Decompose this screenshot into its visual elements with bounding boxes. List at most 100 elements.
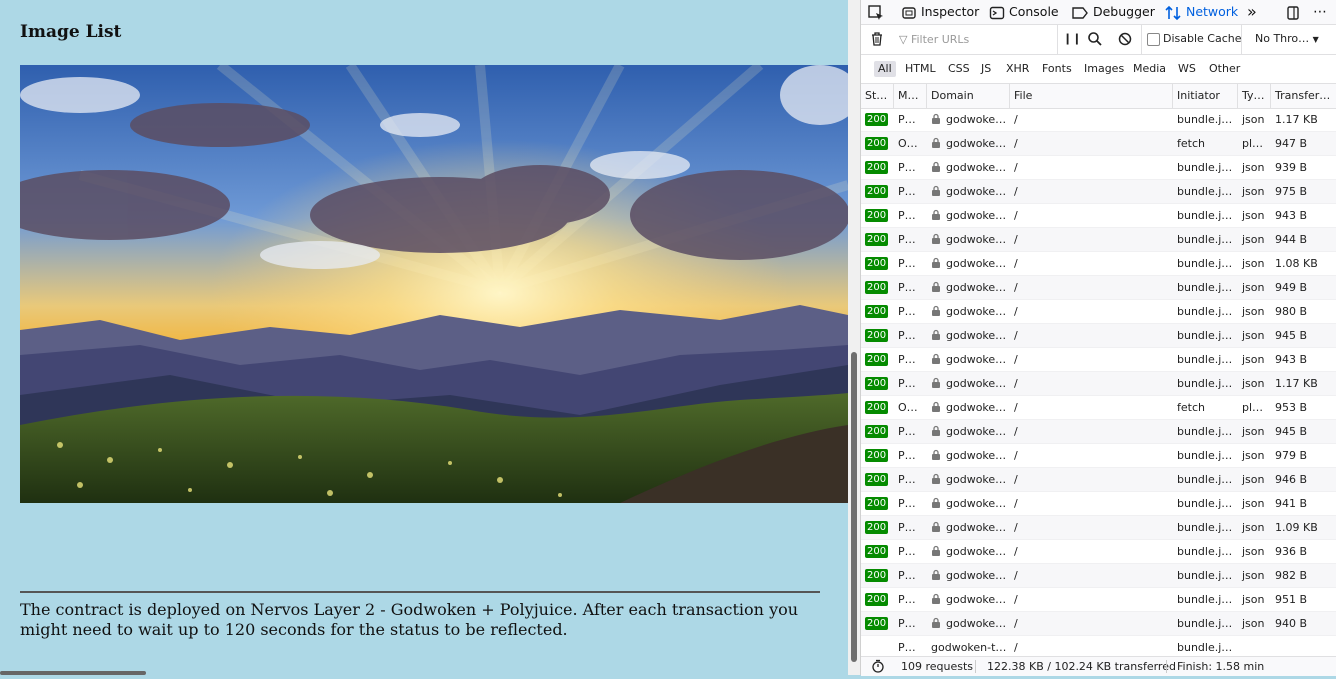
table-row[interactable]: 200 O… godwoke… / fetch pl… 953 B: [861, 396, 1336, 420]
tab-console[interactable]: Console: [989, 0, 1059, 24]
table-row[interactable]: 200 P… godwoke… / bundle.j… json 982 B: [861, 564, 1336, 588]
filter-other[interactable]: Other: [1205, 61, 1244, 77]
throttling-select[interactable]: No Thro… ▼: [1255, 32, 1319, 45]
initiator-cell[interactable]: bundle.j…: [1173, 420, 1238, 444]
initiator-cell[interactable]: bundle.j…: [1173, 540, 1238, 564]
table-row[interactable]: 200 P… godwoke… / bundle.j… json 946 B: [861, 468, 1336, 492]
initiator-cell[interactable]: bundle.j…: [1173, 156, 1238, 180]
initiator-cell[interactable]: bundle.j…: [1173, 444, 1238, 468]
vertical-scrollbar[interactable]: [848, 0, 860, 675]
initiator-cell[interactable]: bundle.j…: [1173, 492, 1238, 516]
table-row[interactable]: P… godwoken-t… / bundle.j…: [861, 636, 1336, 656]
initiator-cell[interactable]: bundle.j…: [1173, 348, 1238, 372]
tab-debugger[interactable]: Debugger: [1071, 0, 1155, 24]
initiator-cell[interactable]: bundle.j…: [1173, 516, 1238, 540]
initiator-cell[interactable]: bundle.j…: [1173, 180, 1238, 204]
column-initiator[interactable]: Initiator: [1173, 84, 1238, 108]
filter-all[interactable]: All: [874, 61, 896, 77]
column-type[interactable]: Ty…: [1238, 84, 1271, 108]
initiator-cell[interactable]: bundle.j…: [1173, 636, 1238, 656]
table-row[interactable]: 200 P… godwoke… / bundle.j… json 943 B: [861, 204, 1336, 228]
table-row[interactable]: 200 P… godwoke… / bundle.j… json 1.08 KB: [861, 252, 1336, 276]
table-row[interactable]: 200 P… godwoke… / bundle.j… json 975 B: [861, 180, 1336, 204]
column-status[interactable]: St…: [861, 84, 894, 108]
column-transferred[interactable]: Transfer…: [1271, 84, 1336, 108]
table-row[interactable]: 200 P… godwoke… / bundle.j… json 945 B: [861, 324, 1336, 348]
vertical-scrollbar-thumb[interactable]: [851, 352, 857, 662]
filter-urls-field[interactable]: ▽: [899, 30, 1049, 50]
filter-images[interactable]: Images: [1080, 61, 1128, 77]
table-row[interactable]: 200 O… godwoke… / fetch pl… 947 B: [861, 132, 1336, 156]
filter-xhr[interactable]: XHR: [1002, 61, 1033, 77]
table-row[interactable]: 200 P… godwoke… / bundle.j… json 1.17 KB: [861, 372, 1336, 396]
table-row[interactable]: 200 P… godwoke… / bundle.j… json 949 B: [861, 276, 1336, 300]
dock-toggle-icon[interactable]: [1285, 0, 1301, 24]
status-badge: 200: [865, 257, 889, 270]
status-badge: 200: [865, 137, 889, 150]
type-cell: json: [1242, 545, 1265, 558]
method-cell: P…: [898, 281, 916, 294]
tab-inspector[interactable]: Inspector: [901, 0, 979, 24]
filter-funnel-icon: ▽: [899, 33, 908, 46]
tab-network[interactable]: Network: [1164, 0, 1238, 24]
table-row[interactable]: 200 P… godwoke… / bundle.j… json 1.09 KB: [861, 516, 1336, 540]
status-badge: 200: [865, 185, 889, 198]
transfer-size: 122.38 KB / 102.24 KB transferred: [987, 660, 1176, 673]
initiator-cell[interactable]: bundle.j…: [1173, 300, 1238, 324]
filter-ws[interactable]: WS: [1174, 61, 1200, 77]
file-cell: /: [1014, 185, 1018, 198]
status-cell: 200: [861, 540, 894, 564]
table-row[interactable]: 200 P… godwoke… / bundle.j… json 941 B: [861, 492, 1336, 516]
initiator-cell[interactable]: bundle.j…: [1173, 252, 1238, 276]
table-row[interactable]: 200 P… godwoke… / bundle.j… json 945 B: [861, 420, 1336, 444]
trash-icon[interactable]: [869, 31, 885, 50]
column-domain[interactable]: Domain: [927, 84, 1010, 108]
block-icon[interactable]: [1117, 31, 1133, 50]
search-icon[interactable]: [1087, 31, 1103, 50]
lock-icon: [931, 497, 946, 510]
column-file[interactable]: File: [1010, 84, 1173, 108]
initiator-cell[interactable]: bundle.j…: [1173, 324, 1238, 348]
filter-urls-input[interactable]: [910, 33, 1041, 46]
more-tabs-chevron-icon[interactable]: »: [1247, 0, 1257, 24]
table-row[interactable]: 200 P… godwoke… / bundle.j… json 943 B: [861, 348, 1336, 372]
initiator-cell[interactable]: bundle.j…: [1173, 612, 1238, 636]
initiator-cell[interactable]: bundle.j…: [1173, 204, 1238, 228]
devtools-menu-icon[interactable]: ⋯: [1313, 0, 1327, 24]
lock-icon: [931, 329, 946, 342]
file-cell: /: [1014, 617, 1018, 630]
initiator-cell[interactable]: bundle.j…: [1173, 372, 1238, 396]
initiator-cell[interactable]: bundle.j…: [1173, 108, 1238, 132]
type-cell: pl…: [1242, 401, 1264, 414]
table-row[interactable]: 200 P… godwoke… / bundle.j… json 1.17 KB: [861, 108, 1336, 132]
filter-html[interactable]: HTML: [901, 61, 940, 77]
type-cell: json: [1242, 353, 1265, 366]
table-row[interactable]: 200 P… godwoke… / bundle.j… json 980 B: [861, 300, 1336, 324]
status-cell: 200: [861, 612, 894, 636]
domain-cell: godwoke…: [927, 348, 1010, 372]
filter-js[interactable]: JS: [977, 61, 995, 77]
initiator-cell[interactable]: bundle.j…: [1173, 468, 1238, 492]
status-badge: 200: [865, 305, 889, 318]
lock-icon: [931, 617, 946, 630]
filter-css[interactable]: CSS: [944, 61, 974, 77]
table-row[interactable]: 200 P… godwoke… / bundle.j… json 979 B: [861, 444, 1336, 468]
table-row[interactable]: 200 P… godwoke… / bundle.j… json 940 B: [861, 612, 1336, 636]
horizontal-scrollbar[interactable]: [0, 671, 146, 675]
table-row[interactable]: 200 P… godwoke… / bundle.j… json 944 B: [861, 228, 1336, 252]
file-cell: /: [1014, 641, 1018, 654]
table-row[interactable]: 200 P… godwoke… / bundle.j… json 951 B: [861, 588, 1336, 612]
initiator-cell[interactable]: bundle.j…: [1173, 228, 1238, 252]
table-row[interactable]: 200 P… godwoke… / bundle.j… json 939 B: [861, 156, 1336, 180]
filter-media[interactable]: Media: [1129, 61, 1170, 77]
element-picker-icon[interactable]: [867, 0, 885, 24]
initiator-cell[interactable]: bundle.j…: [1173, 276, 1238, 300]
disable-cache-checkbox[interactable]: [1147, 33, 1160, 46]
filter-fonts[interactable]: Fonts: [1038, 61, 1076, 77]
pause-icon[interactable]: ❙❙: [1063, 32, 1081, 45]
table-row[interactable]: 200 P… godwoke… / bundle.j… json 936 B: [861, 540, 1336, 564]
column-method[interactable]: M…: [894, 84, 927, 108]
file-cell: /: [1014, 569, 1018, 582]
initiator-cell[interactable]: bundle.j…: [1173, 588, 1238, 612]
initiator-cell[interactable]: bundle.j…: [1173, 564, 1238, 588]
